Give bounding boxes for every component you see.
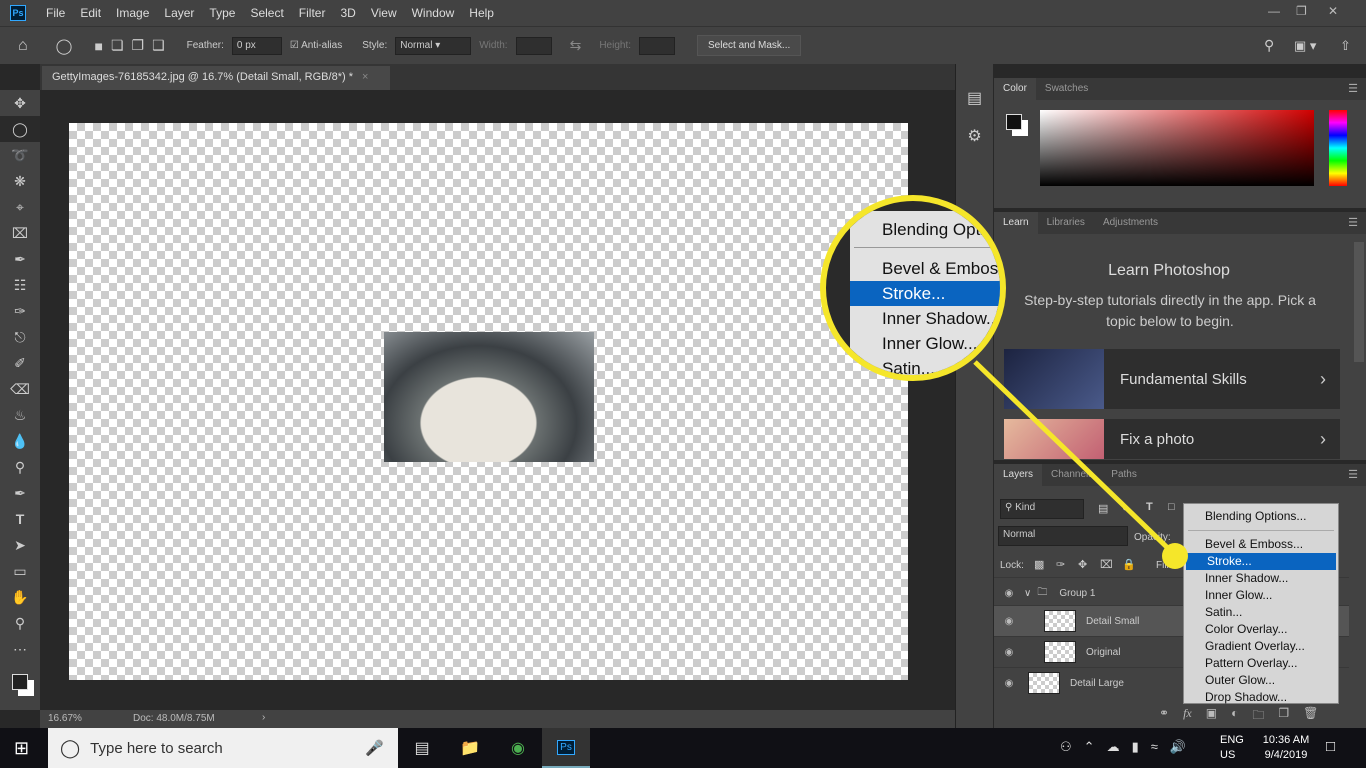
task-view-icon[interactable]: ▤	[398, 728, 446, 768]
time: 10:36 AM	[1262, 734, 1310, 746]
battery-icon[interactable]: ▮	[1132, 739, 1139, 755]
magnifier-callout: Blending Opti Bevel & Emboss Stroke... I…	[820, 195, 1006, 381]
magnified-item: Bevel & Emboss	[882, 259, 1006, 278]
callout-dot	[1162, 543, 1188, 569]
language-indicator[interactable]: ENG US	[1220, 733, 1244, 763]
windows-taskbar: ⊞ ◯ Type here to search 🎤 ▤ 📁 ◉ Ps ⚇ ⌃ ☁…	[0, 728, 1366, 768]
magnified-item: Inner Glow...	[882, 334, 978, 353]
photoshop-taskbar-icon[interactable]: Ps	[542, 728, 590, 768]
windows-start-icon[interactable]: ⊞	[14, 738, 29, 759]
menu-divider	[854, 247, 1000, 248]
language: ENG	[1220, 734, 1244, 746]
people-icon[interactable]: ⚇	[1060, 739, 1072, 755]
volume-icon[interactable]: 🔊	[1170, 739, 1186, 755]
region: US	[1220, 749, 1236, 761]
callout-pointer-line	[973, 360, 1177, 557]
magnified-item: Blending Opti	[882, 220, 985, 239]
search-placeholder: Type here to search	[90, 739, 223, 757]
cortana-icon: ◯	[60, 737, 81, 758]
magnified-menu: Blending Opti Bevel & Emboss Stroke... I…	[850, 211, 1006, 375]
chrome-icon[interactable]: ◉	[494, 728, 542, 768]
clock[interactable]: 10:36 AM 9/4/2019	[1256, 733, 1316, 763]
magnified-item: Inner Shadow...	[882, 309, 1001, 328]
wifi-icon[interactable]: ≈	[1151, 739, 1158, 755]
file-explorer-icon[interactable]: 📁	[446, 728, 494, 768]
show-hidden-icons[interactable]: ⌃	[1084, 739, 1095, 755]
taskbar-search-box[interactable]: ◯ Type here to search 🎤	[48, 728, 398, 768]
magnified-item-stroke: Stroke...	[850, 281, 1000, 306]
callout-line	[973, 360, 1188, 569]
date: 9/4/2019	[1264, 749, 1308, 761]
microphone-icon[interactable]: 🎤	[365, 739, 384, 757]
notifications-icon[interactable]: □	[1326, 738, 1335, 755]
security-icon[interactable]: ☁	[1107, 739, 1120, 755]
